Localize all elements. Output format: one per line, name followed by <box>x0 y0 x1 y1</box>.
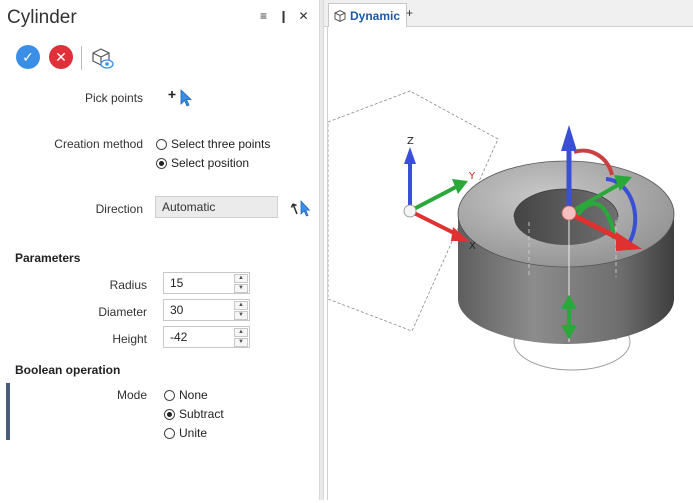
diameter-label: Diameter <box>98 305 147 319</box>
x-icon: ✕ <box>55 48 67 65</box>
radius-input[interactable] <box>164 273 244 293</box>
spin-down-icon[interactable]: ▼ <box>234 338 248 347</box>
radio-select-position[interactable]: Select position <box>156 156 249 170</box>
cancel-button[interactable]: ✕ <box>49 45 73 69</box>
property-panel: Cylinder ≡ ❙ ✕ ✓ ✕ Pick points Creation … <box>0 0 319 500</box>
toolbar-separator <box>81 46 82 70</box>
direction-label: Direction <box>95 202 143 216</box>
radio-button-checked-icon <box>164 408 175 420</box>
creation-method-label: Creation method <box>54 137 143 151</box>
spin-down-icon[interactable]: ▼ <box>234 311 248 320</box>
diameter-input[interactable] <box>164 300 244 320</box>
radius-field[interactable]: ▲▼ <box>163 272 250 294</box>
spin-up-icon[interactable]: ▲ <box>234 274 248 283</box>
axis-label-x: X <box>469 241 476 252</box>
scene[interactable]: Z Y X <box>327 27 693 500</box>
radio-mode-none[interactable]: None <box>164 388 208 402</box>
radio-label: Subtract <box>179 407 224 421</box>
viewport-area: Dynamic + Z Y X <box>324 0 693 500</box>
height-input[interactable] <box>164 327 244 347</box>
cube-icon <box>334 9 346 22</box>
radio-mode-subtract[interactable]: Subtract <box>164 407 224 421</box>
radio-button-checked-icon <box>156 157 167 169</box>
radio-label: Select position <box>171 156 250 170</box>
tab-dynamic[interactable]: Dynamic <box>328 3 408 27</box>
3d-canvas[interactable]: Z Y X <box>327 27 693 500</box>
ok-button[interactable]: ✓ <box>16 45 40 69</box>
pick-cursor-icon[interactable] <box>167 87 195 107</box>
diameter-field[interactable]: ▲▼ <box>163 299 250 321</box>
axis-label-y: Y <box>468 171 476 182</box>
radio-label: Select three points <box>171 137 271 151</box>
mode-label: Mode <box>116 388 147 402</box>
radio-button-icon <box>164 427 175 439</box>
panel-header-icons: ≡ ❙ ✕ <box>258 9 309 23</box>
radio-button-icon <box>164 389 175 401</box>
pin-icon[interactable]: ❙ <box>278 9 289 23</box>
direction-value: Automatic <box>162 200 216 214</box>
active-group-indicator <box>6 383 10 440</box>
axis-label-z: Z <box>407 136 414 147</box>
tab-label: Dynamic <box>350 8 401 23</box>
spin-up-icon[interactable]: ▲ <box>234 328 248 337</box>
spin-up-icon[interactable]: ▲ <box>234 301 248 310</box>
pick-points-label: Pick points <box>85 91 144 105</box>
radio-label: Unite <box>179 426 208 440</box>
radio-mode-unite[interactable]: Unite <box>164 426 207 440</box>
height-field[interactable]: ▲▼ <box>163 326 250 348</box>
panel-title: Cylinder <box>7 7 77 28</box>
radio-label: None <box>179 388 208 402</box>
preview-icon[interactable] <box>89 45 115 71</box>
radius-label: Radius <box>109 278 147 292</box>
document-tabs: Dynamic + <box>324 0 693 27</box>
direction-combobox[interactable]: Automatic <box>155 196 278 218</box>
boolean-operation-heading: Boolean operation <box>15 363 121 377</box>
check-icon: ✓ <box>22 48 34 65</box>
menu-icon[interactable]: ≡ <box>258 9 269 23</box>
radio-select-three-points[interactable]: Select three points <box>156 137 270 151</box>
parameters-heading: Parameters <box>15 251 81 265</box>
radio-button-icon <box>156 138 167 150</box>
direction-pick-icon[interactable] <box>288 199 314 217</box>
height-label: Height <box>112 332 147 346</box>
add-tab-button[interactable]: + <box>406 6 413 20</box>
close-icon[interactable]: ✕ <box>298 9 309 23</box>
ring-solid <box>457 160 675 344</box>
spin-down-icon[interactable]: ▼ <box>234 284 248 293</box>
